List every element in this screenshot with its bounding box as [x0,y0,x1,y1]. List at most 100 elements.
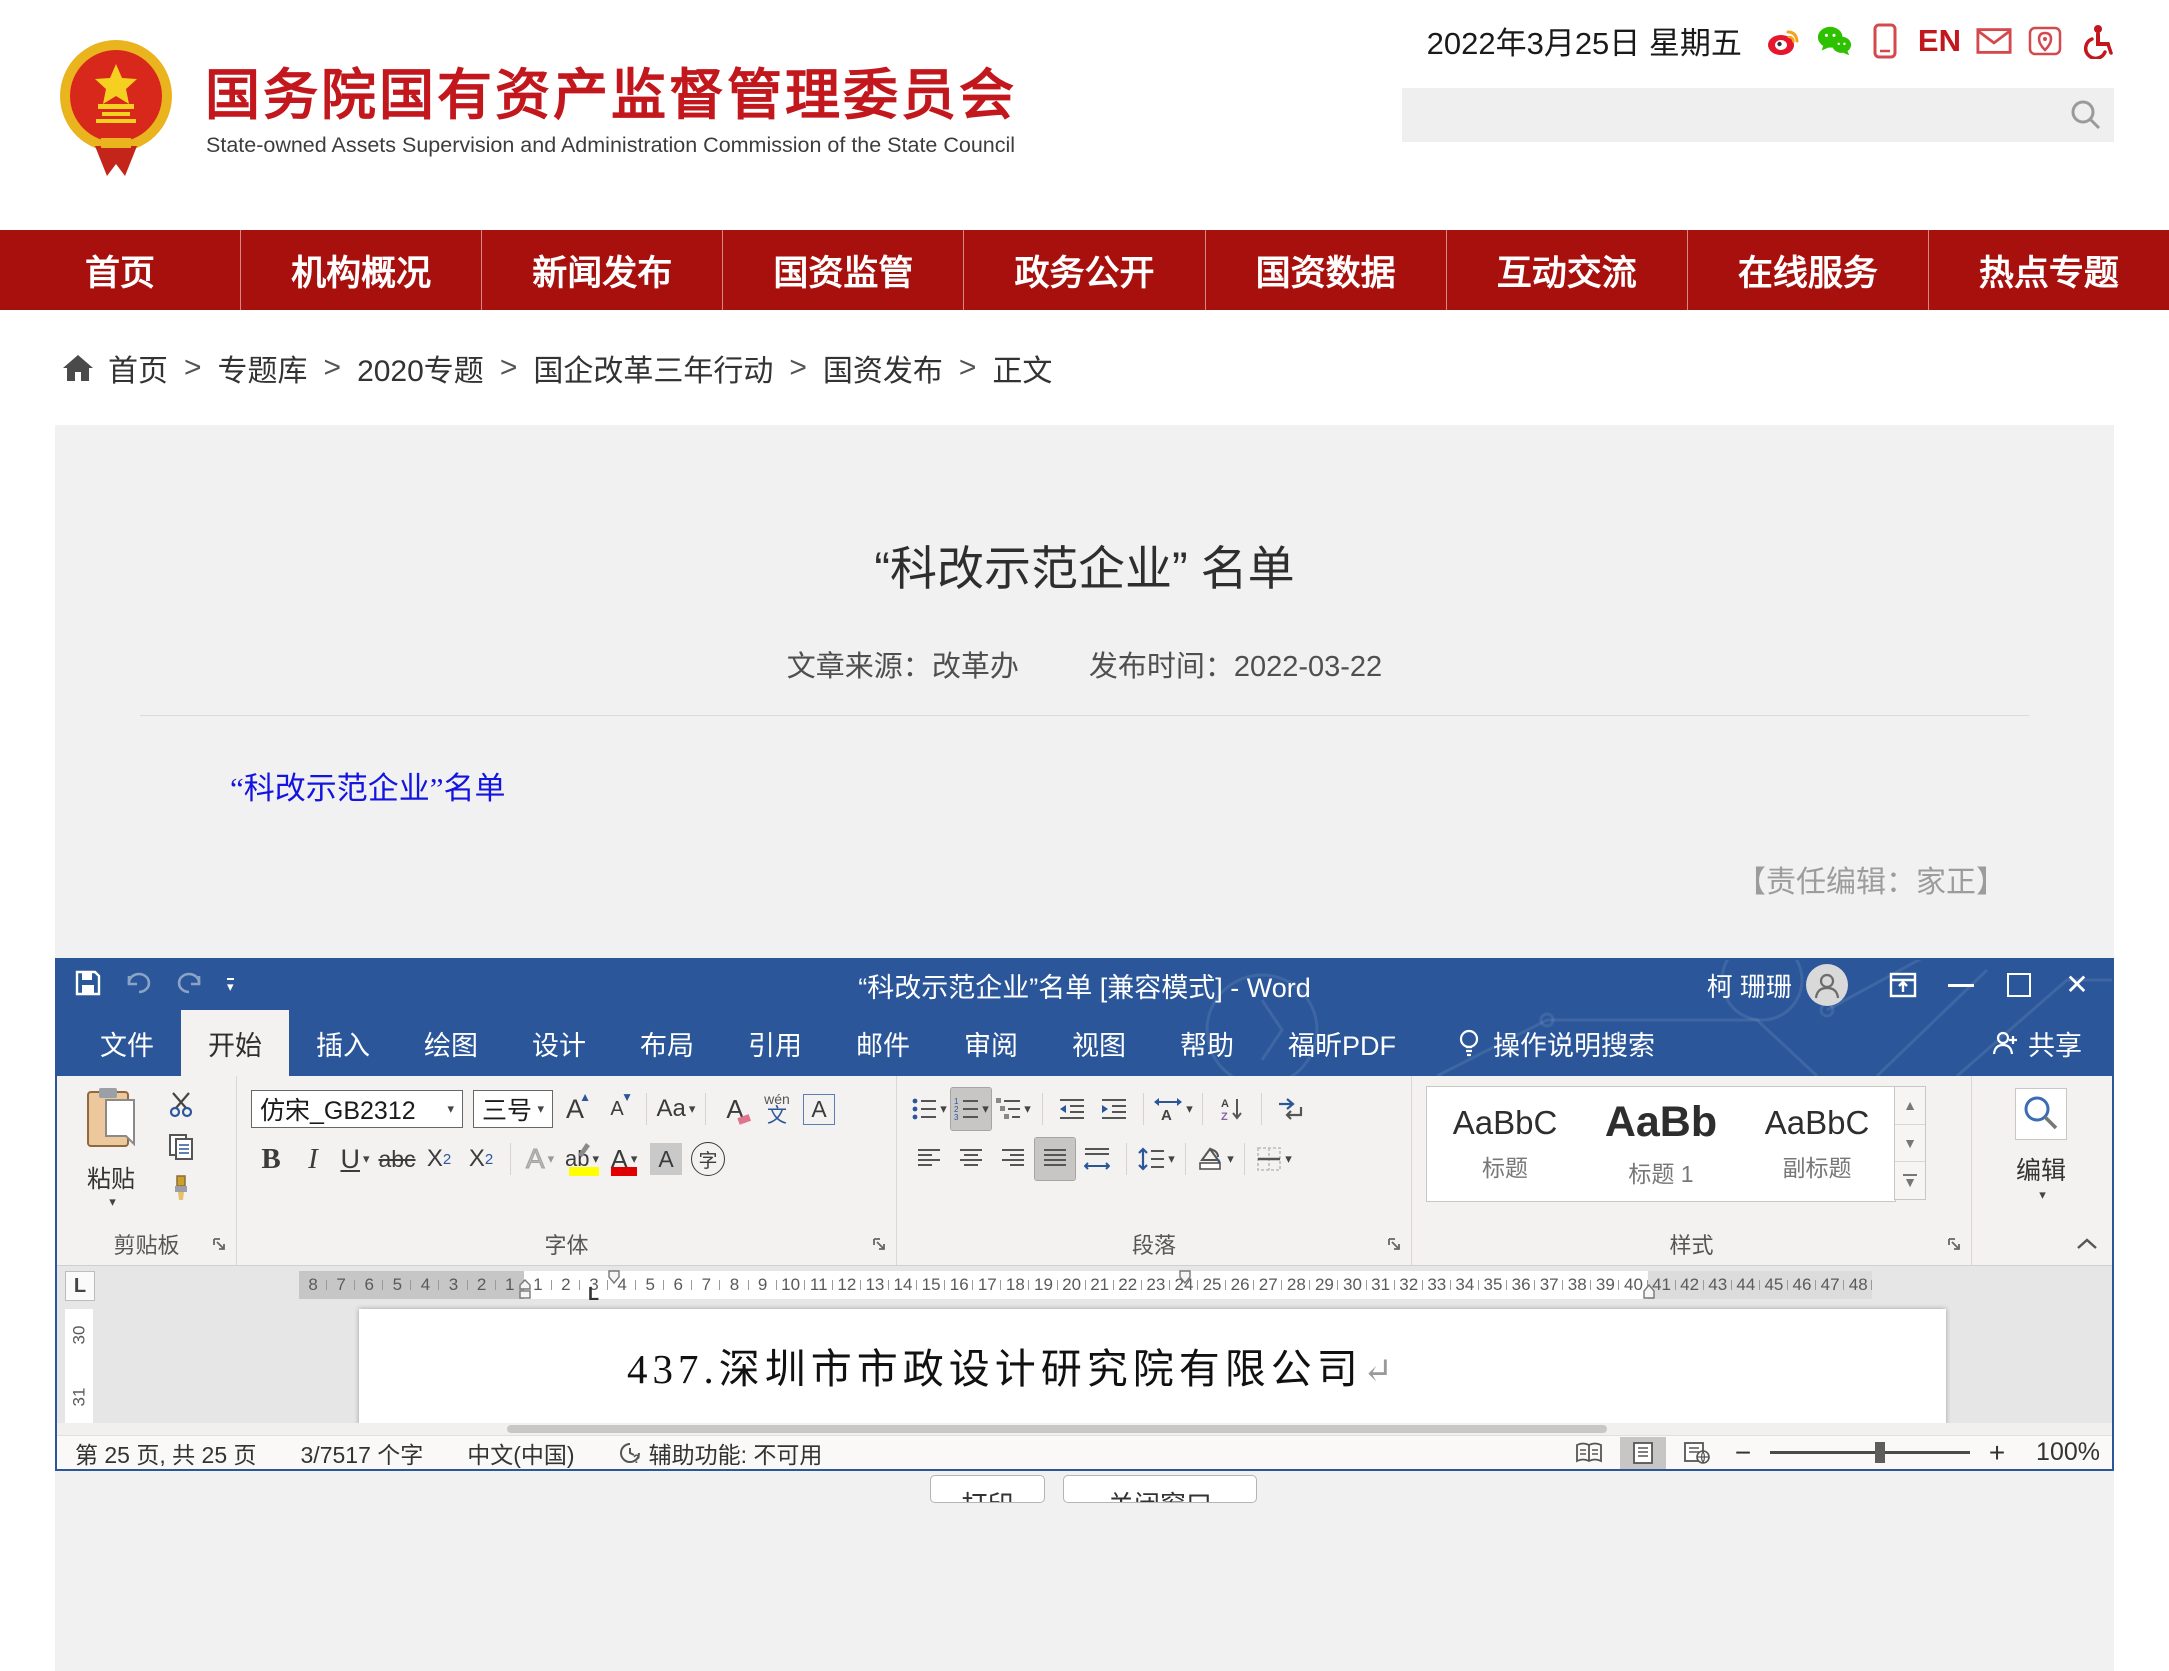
clipboard-dialog-launcher-icon[interactable] [212,1237,227,1257]
nav-item-5[interactable]: 国资数据 [1206,230,1447,310]
style-item-2[interactable]: AaBbC副标题 [1739,1087,1895,1201]
line-spacing-button[interactable]: ▾ [1136,1138,1176,1180]
share-button[interactable]: 共享 [1992,1010,2082,1076]
highlight-button[interactable]: ab ▾ [562,1138,602,1180]
asian-layout-button[interactable]: A ▾ [1153,1088,1193,1130]
avatar[interactable] [1806,964,1848,1006]
italic-button[interactable]: I [293,1138,333,1180]
horizontal-scrollbar-thumb[interactable] [507,1425,1607,1433]
tab-stop-marker[interactable]: L [588,1284,599,1305]
nav-item-4[interactable]: 政务公开 [964,230,1205,310]
site-map-icon[interactable] [2027,23,2063,59]
ribbon-tab-1[interactable]: 开始 [181,1010,289,1076]
print-layout-icon[interactable] [1620,1437,1666,1469]
weibo-icon[interactable] [1765,23,1801,59]
breadcrumb-item-3[interactable]: 国企改革三年行动 [533,346,773,390]
nav-item-0[interactable]: 首页 [0,230,241,310]
paste-chevron-down-icon[interactable]: ▾ [74,1194,151,1210]
read-mode-icon[interactable] [1566,1437,1612,1469]
font-size-combo[interactable]: 三号▾ [473,1090,553,1128]
ribbon-tab-3[interactable]: 绘图 [397,1010,505,1076]
ribbon-tab-5[interactable]: 布局 [613,1010,721,1076]
character-border-button[interactable]: A [799,1088,839,1130]
first-line-indent-marker[interactable] [605,1270,623,1285]
ribbon-tab-7[interactable]: 邮件 [829,1010,937,1076]
right-indent-marker[interactable] [1640,1283,1658,1299]
nav-item-2[interactable]: 新闻发布 [482,230,723,310]
home-icon[interactable] [62,353,94,383]
minimize-button[interactable] [1932,960,1990,1010]
superscript-button[interactable]: X 2 [461,1138,501,1180]
web-layout-icon[interactable] [1674,1437,1720,1469]
font-dialog-launcher-icon[interactable] [872,1237,887,1257]
indent-markers[interactable] [516,1271,534,1299]
styles-dialog-launcher-icon[interactable] [1947,1237,1962,1257]
text-effects-button[interactable]: A ▾ [520,1138,560,1180]
accessibility-status[interactable]: ? 辅助功能: 不可用 [619,1436,823,1470]
ribbon-tab-2[interactable]: 插入 [289,1010,397,1076]
nav-item-1[interactable]: 机构概况 [241,230,482,310]
multilevel-list-button[interactable]: ▾ [993,1088,1033,1130]
align-right-button[interactable] [993,1138,1033,1180]
underline-button[interactable]: U▾ [335,1138,375,1180]
font-name-combo[interactable]: 仿宋_GB2312▾ [251,1090,463,1128]
language-en-link[interactable]: EN [1918,23,1961,59]
word-count[interactable]: 3/7517 个字 [301,1436,424,1470]
gallery-scroll-down-icon[interactable]: ▼ [1895,1125,1925,1163]
sort-button[interactable]: A Z [1212,1088,1252,1130]
close-window-button[interactable]: 关闭窗口 [1063,1475,1257,1503]
numbering-button[interactable]: 1 2 3 ▾ [951,1088,991,1130]
zoom-level[interactable]: 100% [2036,1438,2100,1467]
enclose-characters-button[interactable]: 字 [688,1138,728,1180]
vertical-ruler[interactable]: 30 31 [65,1309,93,1435]
document-page[interactable]: 437.深圳市市政设计研究院有限公司↵ [359,1309,1946,1435]
breadcrumb-item-2[interactable]: 2020专题 [357,346,484,390]
breadcrumb-item-4[interactable]: 国资发布 [823,346,943,390]
ribbon-tab-11[interactable]: 福昕PDF [1261,1010,1423,1076]
zoom-slider[interactable] [1770,1451,1970,1454]
search-input[interactable] [1416,88,2050,144]
strikethrough-button[interactable]: abc [377,1138,417,1180]
mobile-icon[interactable] [1867,23,1903,59]
document-text[interactable]: 437.深圳市市政设计研究院有限公司↵ [627,1335,1393,1395]
collapse-ribbon-icon[interactable] [2076,1237,2098,1255]
language-indicator[interactable]: 中文(中国) [467,1436,574,1470]
ribbon-tab-10[interactable]: 帮助 [1153,1010,1261,1076]
account-name[interactable]: 柯 珊珊 [1707,967,1792,1004]
align-left-button[interactable] [909,1138,949,1180]
ribbon-tab-0[interactable]: 文件 [73,1010,181,1076]
editing-chevron-down-icon[interactable]: ▾ [1975,1187,2110,1203]
subscript-button[interactable]: X 2 [419,1138,459,1180]
phonetic-guide-button[interactable]: wén 文 [757,1088,797,1130]
ribbon-tab-9[interactable]: 视图 [1045,1010,1153,1076]
character-shading-button[interactable]: A [646,1138,686,1180]
cut-icon[interactable] [161,1086,201,1122]
zoom-out-button[interactable]: − [1728,1437,1758,1469]
gallery-expand-icon[interactable]: ▼ [1895,1162,1925,1199]
attachment-link[interactable]: “科改示范企业”名单 [230,763,506,808]
show-hide-marks-button[interactable] [1271,1088,1311,1130]
ribbon-tab-6[interactable]: 引用 [721,1010,829,1076]
bullets-button[interactable]: ▾ [909,1088,949,1130]
zoom-in-button[interactable]: + [1982,1437,2012,1469]
ruler-marker[interactable] [1176,1270,1194,1285]
style-item-0[interactable]: AaBbC标题 [1427,1087,1583,1201]
bold-button[interactable]: B [251,1138,291,1180]
shading-button[interactable]: ▾ [1195,1138,1235,1180]
format-painter-icon[interactable] [161,1170,201,1206]
accessibility-icon[interactable] [2078,23,2114,59]
change-case-button[interactable]: Aa▾ [656,1088,696,1130]
nav-item-7[interactable]: 在线服务 [1688,230,1929,310]
nav-item-6[interactable]: 互动交流 [1447,230,1688,310]
font-color-button[interactable]: A ▾ [604,1138,644,1180]
increase-indent-button[interactable] [1094,1088,1134,1130]
shrink-font-button[interactable]: A ▼ [597,1088,637,1130]
zoom-slider-thumb[interactable] [1875,1442,1885,1463]
nav-item-3[interactable]: 国资监管 [723,230,964,310]
gallery-scroll-up-icon[interactable]: ▲ [1895,1087,1925,1125]
clear-formatting-button[interactable]: A [715,1088,755,1130]
page-indicator[interactable]: 第 25 页, 共 25 页 [75,1436,257,1470]
tab-selector[interactable]: L [65,1271,95,1301]
grow-font-button[interactable]: A ▲ [555,1088,595,1130]
search-icon[interactable] [2066,95,2106,135]
